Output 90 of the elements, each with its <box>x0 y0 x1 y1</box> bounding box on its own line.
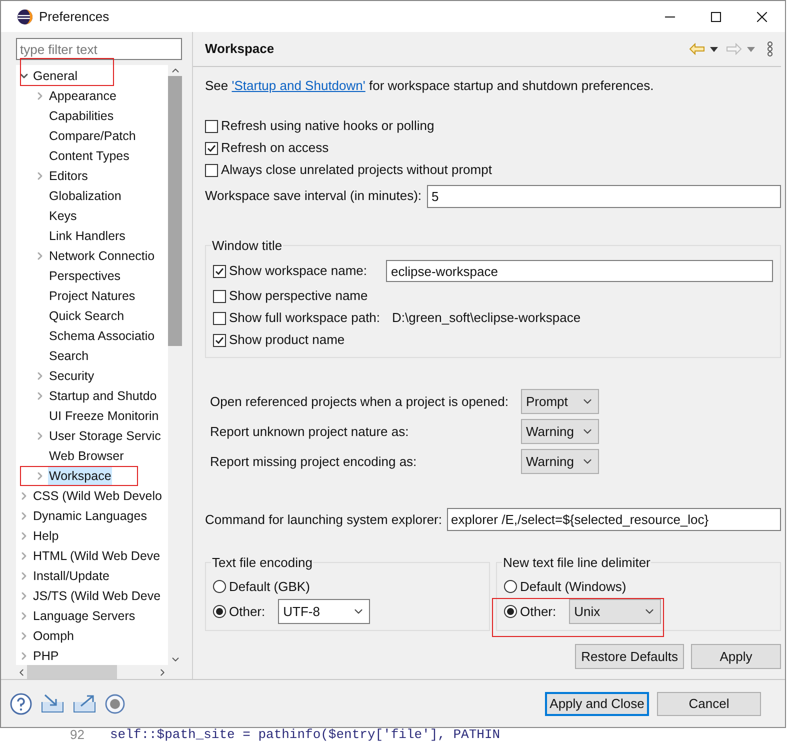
more-options-icon[interactable] <box>767 41 773 57</box>
startup-shutdown-link[interactable]: 'Startup and Shutdown' <box>232 78 366 93</box>
tree-item[interactable]: General <box>32 67 78 85</box>
tree-item[interactable]: Schema Associatio <box>48 327 156 345</box>
import-icon[interactable] <box>41 694 64 713</box>
tree-item[interactable]: Link Handlers <box>48 227 126 245</box>
dropdown[interactable]: UTF-8 <box>278 599 370 624</box>
tree-item[interactable]: PHP <box>32 647 60 665</box>
intro-text: See 'Startup and Shutdown' for workspace startup and shutdown preferences. <box>205 77 655 95</box>
checkbox[interactable] <box>205 120 218 132</box>
workspace-name-field[interactable]: eclipse-workspace <box>386 260 773 282</box>
tree-item[interactable]: UI Freeze Monitorin <box>48 407 160 425</box>
export-icon[interactable] <box>73 694 96 713</box>
app-logo-icon <box>17 8 33 24</box>
tree-item[interactable]: Install/Update <box>32 567 110 585</box>
code-text: self::$path_site = pathinfo($entry['file'], PATHIN <box>110 728 500 742</box>
radio-button[interactable] <box>213 605 226 618</box>
checkbox-label: Show product name <box>229 331 345 350</box>
tree-item[interactable]: JS/TS (Wild Web Deve <box>32 587 162 605</box>
dropdown-label: Open referenced projects when a project is opened: <box>210 392 510 411</box>
checkbox-label: Refresh using native hooks or polling <box>221 117 434 136</box>
tree-item[interactable]: Content Types <box>48 147 130 165</box>
tree-item[interactable]: Keys <box>48 207 78 225</box>
checkbox[interactable] <box>205 164 218 176</box>
tree-item[interactable]: Perspectives <box>48 267 122 285</box>
checkbox[interactable] <box>213 264 226 278</box>
dropdown-label: Report missing project encoding as: <box>210 452 418 471</box>
tree-item[interactable]: Appearance <box>48 87 118 105</box>
tree-item[interactable]: Dynamic Languages <box>32 507 148 525</box>
page-button[interactable]: Restore Defaults <box>575 644 684 669</box>
checkbox[interactable] <box>213 312 226 324</box>
tree-item[interactable]: HTML (Wild Web Deve <box>32 547 162 565</box>
tree-item[interactable]: Startup and Shutdo <box>48 387 158 405</box>
radio-button[interactable] <box>213 580 226 593</box>
close-icon <box>757 12 767 22</box>
save-interval-field[interactable]: 5 <box>426 184 781 208</box>
tree-item[interactable]: CSS (Wild Web Develo <box>32 487 163 505</box>
tree-item[interactable]: Editors <box>48 167 89 185</box>
tree-item[interactable]: Security <box>48 367 96 385</box>
tree-item[interactable]: Help <box>32 527 60 545</box>
checkbox[interactable] <box>213 334 226 346</box>
group-legend: New text file line delimiter <box>502 553 652 572</box>
dropdown[interactable]: Unix <box>569 599 662 624</box>
tree-item[interactable]: Compare/Patch <box>48 127 137 145</box>
field-label: Workspace save interval (in minutes): <box>205 187 422 206</box>
checkbox-label: Refresh on access <box>221 139 329 158</box>
page-button[interactable]: Apply <box>691 644 781 669</box>
checkbox-label: Show workspace name: <box>229 262 368 280</box>
dropdown[interactable]: Prompt <box>521 389 599 414</box>
dropdown-caret-icon[interactable] <box>710 46 718 52</box>
help-icon[interactable] <box>10 692 32 714</box>
tree-item[interactable]: Language Servers <box>32 607 136 625</box>
radio-button[interactable] <box>504 605 517 618</box>
window-title: Preferences <box>39 8 110 26</box>
filter-field[interactable]: type filter text <box>16 38 182 60</box>
checkbox-label: Show perspective name <box>229 287 368 306</box>
tree-item[interactable]: Oomph <box>32 627 75 645</box>
checkbox-label: Show full workspace path: <box>229 309 380 328</box>
dialog-button[interactable]: Apply and Close <box>545 692 649 716</box>
dialog-button[interactable]: Cancel <box>657 692 761 716</box>
tree-item[interactable]: User Storage Servic <box>48 427 162 445</box>
explorer-command-field[interactable]: explorer /E,/select=${selected_resource_loc} <box>447 508 781 531</box>
field-label: Command for launching system explorer: <box>205 510 442 529</box>
radio-button[interactable] <box>504 580 517 593</box>
tree-item[interactable]: Quick Search <box>48 307 126 325</box>
checkbox[interactable] <box>205 142 218 154</box>
tree-item[interactable]: Globalization <box>48 187 122 205</box>
checkbox[interactable] <box>213 290 226 302</box>
radio-label: Default (Windows) <box>520 578 626 596</box>
workspace-path-text: D:\green_soft\eclipse-workspace <box>392 309 581 328</box>
tree-item[interactable]: Search <box>48 347 90 365</box>
dropdown[interactable]: Warning <box>521 419 599 444</box>
dropdown-label: Report unknown project nature as: <box>210 422 410 441</box>
group-legend: Text file encoding <box>211 553 314 572</box>
radio-label: Default (GBK) <box>229 578 310 596</box>
tree-item[interactable]: Capabilities <box>48 107 115 125</box>
tree-item[interactable]: Network Connectio <box>48 247 156 265</box>
back-arrow-icon[interactable] <box>689 43 705 55</box>
group-legend: Window title <box>211 236 284 255</box>
page-title: Workspace <box>205 40 274 58</box>
line-number: 92 <box>70 728 86 742</box>
tree-item[interactable]: Web Browser <box>48 447 125 465</box>
tree-item[interactable]: Project Natures <box>48 287 136 305</box>
maximize-icon <box>711 12 721 22</box>
dropdown[interactable]: Warning <box>521 449 599 474</box>
tree-item[interactable]: Workspace <box>48 467 112 485</box>
radio-label: Other: <box>229 602 266 621</box>
radio-label: Other: <box>520 602 556 621</box>
record-icon[interactable] <box>105 694 125 714</box>
checkbox-label: Always close unrelated projects without prompt <box>221 161 492 180</box>
